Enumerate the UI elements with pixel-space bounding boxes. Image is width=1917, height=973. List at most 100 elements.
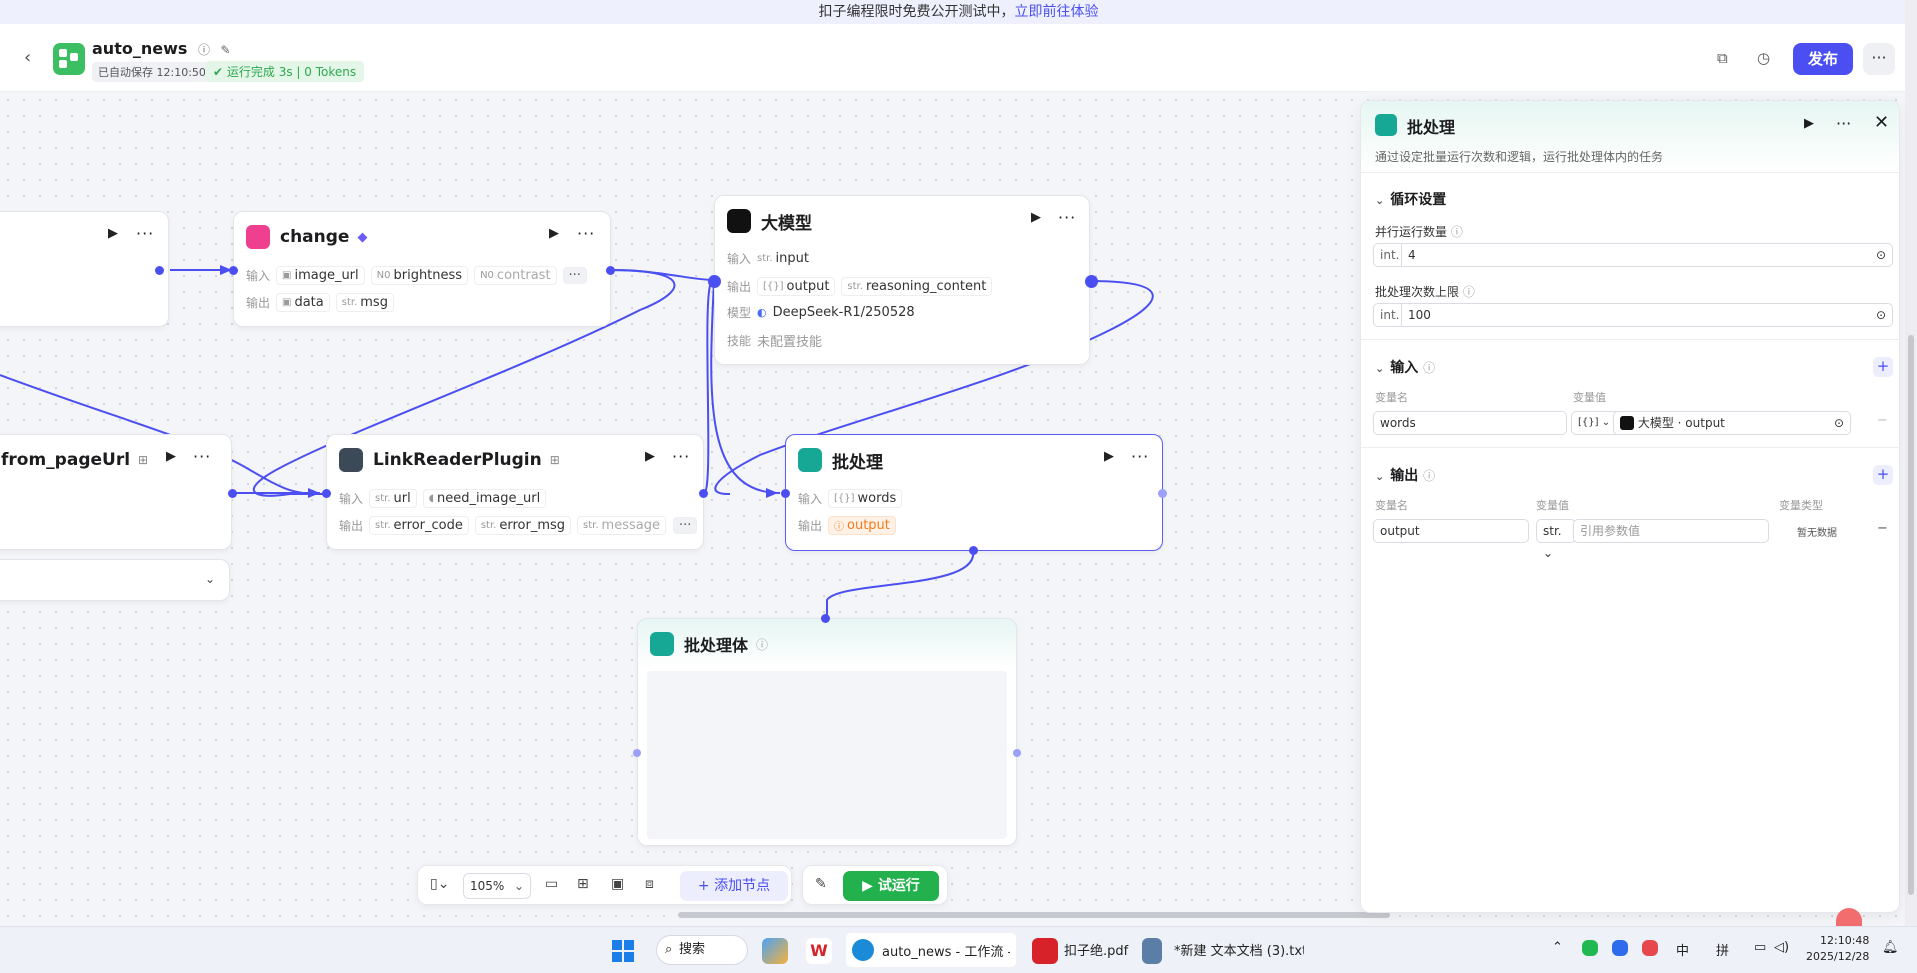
run-node-icon[interactable]: ▶	[166, 449, 176, 464]
batch-body-canvas[interactable]	[647, 671, 1007, 839]
output-ref-input[interactable]: 引用参数值	[1573, 519, 1769, 543]
input-type-value: [{}]	[1578, 417, 1599, 428]
volume-icon[interactable]: ◁)	[1774, 940, 1789, 955]
node-from-pageurl[interactable]: from_pageUrl ⊞ ▶ ···	[0, 434, 237, 550]
skill-label: 技能	[727, 334, 752, 348]
loop-section-header[interactable]: ⌄ 循环设置	[1375, 189, 1446, 209]
more-inputs-tag[interactable]: ···	[562, 267, 587, 284]
add-input-button[interactable]: +	[1873, 357, 1893, 377]
remove-output-icon[interactable]: −	[1877, 521, 1888, 536]
run-node-icon[interactable]: ▶	[1104, 449, 1114, 464]
taskbar-search[interactable]: ⌕ 搜索	[656, 935, 748, 965]
body-left-port[interactable]	[633, 749, 641, 757]
ime-mode[interactable]: 拼	[1716, 940, 1729, 959]
node-left-top[interactable]: ▶ ···	[0, 211, 169, 327]
input-ref-value[interactable]: 大模型 · output ⊙	[1613, 411, 1851, 435]
output-var-name[interactable]: output	[1373, 519, 1529, 543]
node-more-icon[interactable]: ···	[136, 224, 154, 243]
node-more-icon[interactable]: ···	[672, 447, 690, 466]
dingtalk-icon[interactable]	[1612, 940, 1628, 956]
node-more-icon[interactable]: ···	[1058, 208, 1076, 227]
ime-language[interactable]: 中	[1676, 940, 1689, 959]
output-port[interactable]	[155, 266, 164, 275]
fit-view-icon[interactable]: ⧈	[645, 876, 654, 892]
input-port[interactable]	[708, 275, 721, 288]
tray-app-icon[interactable]	[1642, 940, 1658, 956]
search-icon: ⌕	[665, 942, 673, 957]
copilot-icon[interactable]	[762, 938, 788, 964]
output-port[interactable]	[1158, 489, 1167, 498]
add-output-button[interactable]: +	[1873, 465, 1893, 485]
run-node-icon[interactable]: ▶	[645, 449, 655, 464]
output-port[interactable]	[606, 266, 615, 275]
node-change[interactable]: change ◆ ▶ ··· 输入 ▣ image_url N0 brightnes…	[229, 211, 615, 327]
try-run-button[interactable]: ▶ 试运行	[843, 871, 939, 901]
pdf-window-title[interactable]: 扣子绝.pdf	[1064, 940, 1128, 959]
pdf-icon[interactable]	[1032, 938, 1058, 964]
layout-icon[interactable]: ⊞	[577, 876, 589, 892]
output-port[interactable]	[1085, 275, 1098, 288]
info-icon[interactable]: ⓘ	[756, 636, 768, 653]
close-icon[interactable]: ✕	[1874, 112, 1889, 133]
notepad-icon[interactable]	[1142, 938, 1162, 964]
minimap-icon[interactable]: ▣	[611, 876, 624, 892]
mouse-mode-icon[interactable]: ▯⌄	[430, 876, 449, 892]
taskbar-app-edge[interactable]: auto_news - 工作流 -智!	[846, 933, 1016, 967]
node-batch-body[interactable]: 批处理体 ⓘ	[633, 614, 1021, 846]
canvas-horizontal-scrollbar[interactable]	[678, 912, 1390, 918]
output-type-select[interactable]: str. ⌄	[1536, 519, 1576, 560]
input-port[interactable]	[229, 266, 238, 275]
run-node-icon[interactable]: ▶	[108, 226, 118, 241]
notification-bell-icon[interactable]: 🔔︎	[1882, 940, 1899, 955]
chevron-down-icon: ⌄	[1601, 417, 1611, 428]
output-tag: str. reasoning_content	[841, 277, 993, 296]
info-icon[interactable]: ⓘ	[1451, 225, 1463, 239]
variable-ref-icon[interactable]: ⊙	[1876, 304, 1886, 326]
node-llm[interactable]: 大模型 ▶ ··· 输入 str. input 输出 [{}] output str…	[708, 195, 1098, 365]
variable-ref-icon[interactable]: ⊙	[1834, 412, 1844, 434]
info-icon[interactable]: ⓘ	[1423, 469, 1435, 483]
node-more-icon[interactable]: ···	[193, 447, 211, 466]
panel-header: 批处理 ▶ ··· ✕ 通过设定批量运行次数和逻辑，运行批处理体内的任务	[1361, 101, 1899, 173]
info-icon[interactable]: ⓘ	[1463, 285, 1475, 299]
play-icon: ▶	[862, 878, 878, 894]
panel-more-icon[interactable]: ···	[1836, 114, 1851, 133]
node-more-icon[interactable]: ···	[577, 224, 595, 243]
node-more-icon[interactable]: ···	[1131, 447, 1149, 466]
output-section-header[interactable]: ⌄ 输出 ⓘ	[1375, 465, 1435, 485]
zoom-select[interactable]: 105% ⌄	[463, 873, 531, 899]
batch-limit-input[interactable]: int. 100 ⊙	[1373, 303, 1893, 327]
body-top-port[interactable]	[821, 614, 830, 623]
node-batch[interactable]: 批处理 ▶ ··· 输入 [{}] words 输出 ⓘ output	[781, 434, 1167, 555]
chevron-down-icon: ⌄	[1375, 194, 1385, 207]
chevron-up-icon[interactable]: ⌃	[1552, 940, 1563, 955]
wrench-icon[interactable]: ✎	[815, 876, 827, 892]
notepad-window-title[interactable]: *新建 文本文档 (3).txt -	[1174, 940, 1304, 959]
run-node-icon[interactable]: ▶	[549, 226, 559, 241]
input-var-name[interactable]: words	[1373, 411, 1567, 435]
run-node-icon[interactable]: ▶	[1031, 210, 1041, 225]
select-dropdown[interactable]: ⌄	[0, 559, 230, 601]
comment-icon[interactable]: ▭	[545, 876, 558, 892]
network-icon[interactable]: ▭	[1754, 940, 1766, 955]
add-node-button[interactable]: + 添加节点	[680, 871, 788, 901]
variable-ref-icon[interactable]: ⊙	[1876, 244, 1886, 266]
output-port[interactable]	[228, 489, 237, 498]
parallel-count-input[interactable]: int. 4 ⊙	[1373, 243, 1893, 267]
run-node-icon[interactable]: ▶	[1804, 116, 1814, 131]
body-right-port[interactable]	[1013, 749, 1021, 757]
input-section-header[interactable]: ⌄ 输入 ⓘ	[1375, 357, 1435, 377]
wechat-icon[interactable]	[1582, 940, 1598, 956]
taskbar-clock[interactable]: 12:10:48 2025/12/28	[1806, 933, 1869, 965]
output-port[interactable]	[699, 489, 708, 498]
info-icon[interactable]: ⓘ	[1423, 361, 1435, 375]
wps-icon[interactable]: W	[806, 938, 832, 964]
more-outputs-tag[interactable]: ···	[673, 517, 698, 534]
plugin-icon: ⊞	[138, 453, 149, 467]
node-link-reader[interactable]: LinkReaderPlugin ⊞ ▶ ··· 输入 str. url ◖ nee…	[322, 434, 708, 550]
windows-start-icon[interactable]	[612, 940, 634, 962]
body-port[interactable]	[969, 546, 978, 555]
input-port[interactable]	[781, 489, 790, 498]
remove-input-icon[interactable]: −	[1877, 413, 1888, 428]
input-port[interactable]	[322, 489, 331, 498]
